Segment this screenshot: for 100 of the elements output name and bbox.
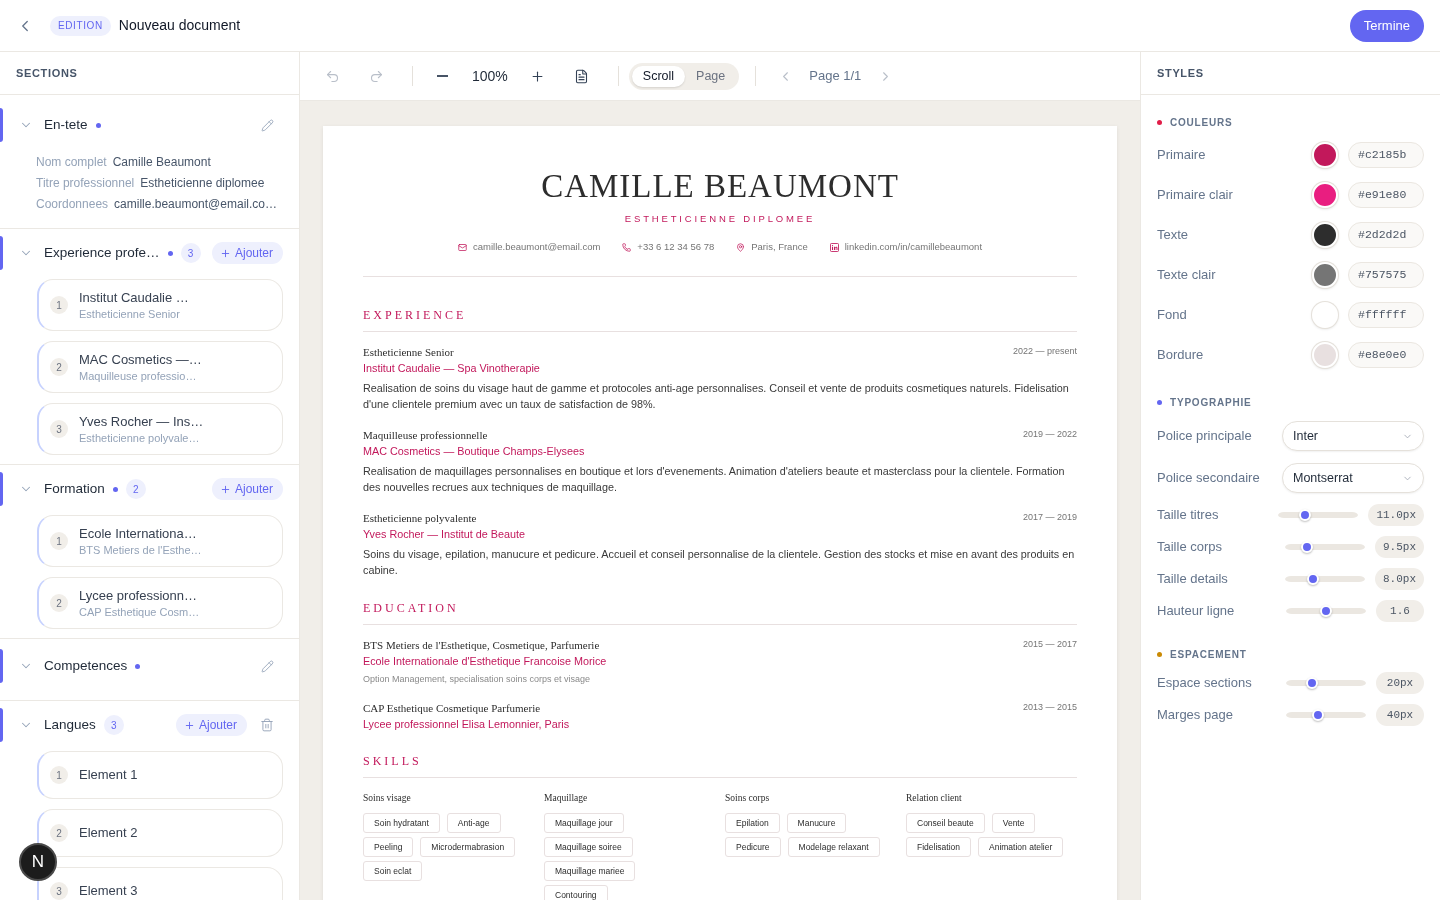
slider-thumb[interactable] xyxy=(1307,573,1319,585)
view-mode-tab[interactable]: Scroll xyxy=(631,65,686,87)
section-title[interactable]: En-tete xyxy=(44,114,88,136)
done-button[interactable]: Termine xyxy=(1349,9,1424,42)
field-value: Estheticienne diplomee xyxy=(140,174,265,192)
slider-track[interactable] xyxy=(1278,509,1359,521)
section-heading: EXPERIENCE xyxy=(363,307,467,323)
section-title[interactable]: Formation xyxy=(44,478,105,500)
font-select[interactable]: Inter xyxy=(1282,421,1424,451)
entry-title: Estheticienne Senior xyxy=(363,344,454,360)
color-swatch-icon[interactable] xyxy=(1312,222,1338,248)
contact-text: Paris, France xyxy=(751,240,808,254)
add-button[interactable]: Ajouter xyxy=(175,714,247,736)
color-swatch-icon[interactable] xyxy=(1312,182,1338,208)
entry-description: Soins du visage, epilation, manucure et pedicure. Accueil et conseil personnalise de la clientele. Gestion des stocks et mise en avant des produits en cabine. xyxy=(363,547,1076,578)
slider-thumb[interactable] xyxy=(1300,541,1313,553)
color-swatch-icon[interactable] xyxy=(1312,262,1338,288)
style-label: Taille details xyxy=(1157,570,1229,589)
slider-thumb[interactable] xyxy=(1312,709,1324,721)
panel-title: SECTIONS xyxy=(16,65,78,81)
pencil-icon xyxy=(260,659,274,673)
entry-description: Realisation de maquillages personnalises en boutique et lors d'evenements. Animation d'ateliers beaute et masterclass pour la clientele. Formation des nouvelles recrues aux techniques de maquillage. xyxy=(363,464,1066,495)
hex-input[interactable]: #757575 xyxy=(1348,262,1424,288)
zoom-level: 100% xyxy=(472,66,508,86)
item-number-badge: 1 xyxy=(50,296,68,314)
style-label: Primaire clair xyxy=(1157,186,1234,205)
slider-track[interactable] xyxy=(1286,709,1366,721)
document-title: Nouveau document xyxy=(118,16,241,35)
entry-note: Option Management, specialisation soins corps et visage xyxy=(363,673,591,685)
skill-group-title: Soins visage xyxy=(363,792,411,805)
add-button[interactable]: Ajouter xyxy=(211,242,283,264)
field-label: Titre professionnel xyxy=(36,174,135,192)
item-subtitle: Estheticienne Senior xyxy=(79,306,181,322)
font-select[interactable]: Montserrat xyxy=(1282,463,1424,493)
slider-thumb[interactable] xyxy=(1306,677,1319,689)
plus-icon xyxy=(219,483,231,495)
entry-title: CAP Esthetique Cosmetique Parfumerie xyxy=(363,700,541,716)
resume-job-title: ESTHETICIENNE DIPLOMEE xyxy=(623,212,817,226)
contact-text: linkedin.com/in/camillebeaumont xyxy=(844,240,983,254)
section-accent-bar xyxy=(0,472,3,506)
skill-tag: Maquillage soiree xyxy=(544,837,633,857)
slider-track[interactable] xyxy=(1285,573,1365,585)
hex-input[interactable]: #ffffff xyxy=(1348,302,1424,328)
section-accent-bar xyxy=(0,708,3,742)
list-item-card[interactable]: 1 Ecole Internationa… BTS Metiers de l'Esthe… xyxy=(37,515,283,567)
color-swatch-icon[interactable] xyxy=(1312,302,1338,328)
section-title[interactable]: Experience profe… xyxy=(44,242,160,264)
slider-track[interactable] xyxy=(1285,541,1365,553)
skill-group-title: Relation client xyxy=(906,792,962,805)
redo-icon xyxy=(368,68,384,84)
skill-tag: Anti-age xyxy=(446,813,501,833)
section-accent-bar xyxy=(0,108,3,142)
slider-thumb[interactable] xyxy=(1320,605,1332,617)
skill-tag: Manucure xyxy=(786,813,847,833)
item-number-badge: 2 xyxy=(50,358,68,376)
slider-track[interactable] xyxy=(1286,605,1366,617)
item-title: Element 3 xyxy=(79,882,138,900)
section-title[interactable]: Langues xyxy=(44,714,96,736)
skill-tag: Fidelisation xyxy=(906,837,971,857)
item-title: Element 2 xyxy=(79,824,138,842)
entry-title: Maquilleuse professionnelle xyxy=(363,427,488,443)
skill-tag: Soin hydratant xyxy=(363,813,440,833)
value-readout: 40px xyxy=(1376,704,1424,726)
document-icon xyxy=(574,68,590,84)
map-pin-icon xyxy=(736,242,746,252)
list-item-card[interactable]: 2 Lycee professionn… CAP Esthetique Cosm… xyxy=(37,577,283,629)
slider-track[interactable] xyxy=(1286,677,1366,689)
add-button[interactable]: Ajouter xyxy=(211,478,283,500)
skill-group-title: Soins corps xyxy=(725,792,770,805)
skill-tag: Soin eclat xyxy=(363,861,423,881)
section-title[interactable]: Competences xyxy=(44,655,128,677)
list-item-card[interactable]: 1 Element 1 xyxy=(37,751,283,799)
section-accent-bar xyxy=(0,236,3,270)
style-label: Primaire xyxy=(1157,146,1207,165)
style-label: Police secondaire xyxy=(1157,469,1261,488)
list-item-card[interactable]: 3 Element 3 xyxy=(37,867,283,900)
hex-input[interactable]: #e8e0e0 xyxy=(1348,342,1424,368)
count-badge: 3 xyxy=(180,243,201,263)
slider-thumb[interactable] xyxy=(1298,509,1311,521)
list-item-card[interactable]: 2 MAC Cosmetics —… Maquilleuse professio… xyxy=(37,341,283,393)
list-item-card[interactable]: 3 Yves Rocher — Ins… Estheticienne polyvale… xyxy=(37,403,283,455)
skill-tag: Maquillage mariee xyxy=(544,861,636,881)
value-readout: 8.0px xyxy=(1375,568,1424,590)
view-mode-tab[interactable]: Page xyxy=(685,65,737,87)
color-swatch-icon[interactable] xyxy=(1312,142,1338,168)
color-swatch-icon[interactable] xyxy=(1312,342,1338,368)
hex-input[interactable]: #e91e80 xyxy=(1348,182,1424,208)
hex-input[interactable]: #c2185b xyxy=(1348,142,1424,168)
entry-dates: 2015 — 2017 xyxy=(1022,638,1077,652)
skill-tag: Maquillage jour xyxy=(544,813,624,833)
entry-dates: 2019 — 2022 xyxy=(1022,428,1077,442)
item-title: Yves Rocher — Ins… xyxy=(79,412,204,431)
item-number-badge: 3 xyxy=(50,420,68,438)
undo-icon xyxy=(324,68,340,84)
minus-icon xyxy=(436,75,448,77)
trash-icon xyxy=(260,718,274,732)
value-readout: 11.0px xyxy=(1368,504,1424,526)
hex-input[interactable]: #2d2d2d xyxy=(1348,222,1424,248)
plus-icon xyxy=(183,719,195,731)
list-item-card[interactable]: 1 Institut Caudalie … Estheticienne Senior xyxy=(37,279,283,331)
